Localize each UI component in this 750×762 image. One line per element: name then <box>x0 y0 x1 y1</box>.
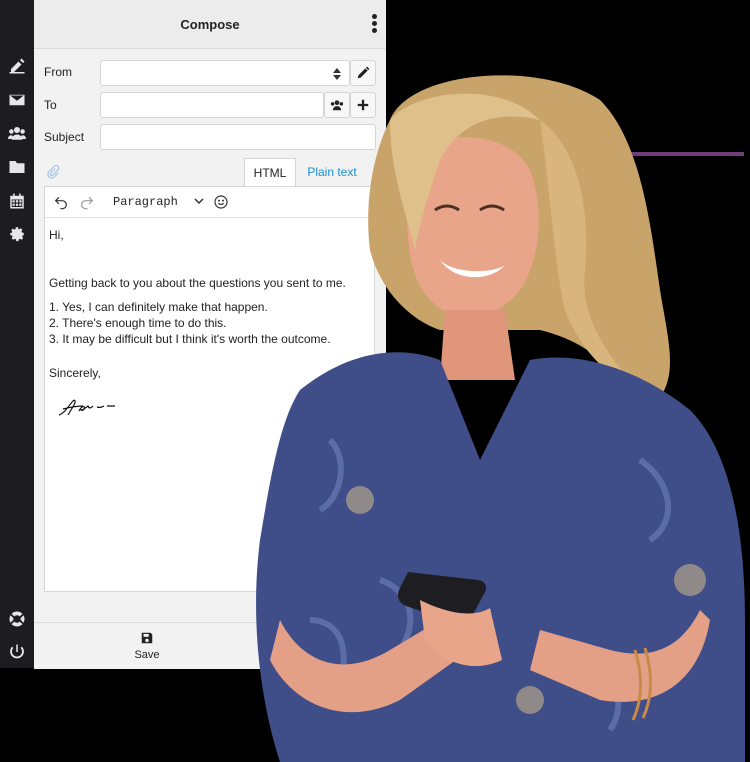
settings-icon[interactable] <box>8 225 26 243</box>
calendar-icon[interactable] <box>8 192 26 210</box>
help-icon[interactable] <box>8 610 26 628</box>
mail-icon[interactable] <box>8 91 26 109</box>
folder-icon[interactable] <box>8 158 26 176</box>
contacts-icon[interactable] <box>8 124 26 142</box>
save-label: Save <box>134 649 160 661</box>
attachment-icon[interactable] <box>46 164 60 180</box>
block-format-select[interactable]: Paragraph <box>113 195 178 209</box>
more-options-icon[interactable] <box>370 14 378 34</box>
chevron-down-icon[interactable] <box>193 195 205 207</box>
compose-header: Compose <box>34 0 386 49</box>
save-button[interactable]: Save <box>132 631 162 661</box>
signature-image <box>58 399 115 416</box>
undo-icon[interactable] <box>53 194 69 210</box>
compose-icon[interactable] <box>8 57 26 75</box>
power-icon[interactable] <box>8 643 26 661</box>
app-sidebar <box>0 0 34 668</box>
emoji-icon[interactable] <box>213 194 229 210</box>
subject-label: Subject <box>44 130 85 144</box>
woman-with-phone-illustration <box>256 75 745 762</box>
save-icon <box>141 632 153 644</box>
from-label: From <box>44 65 72 79</box>
to-label: To <box>44 98 57 112</box>
redo-icon[interactable] <box>79 194 95 210</box>
page-title: Compose <box>180 16 240 32</box>
